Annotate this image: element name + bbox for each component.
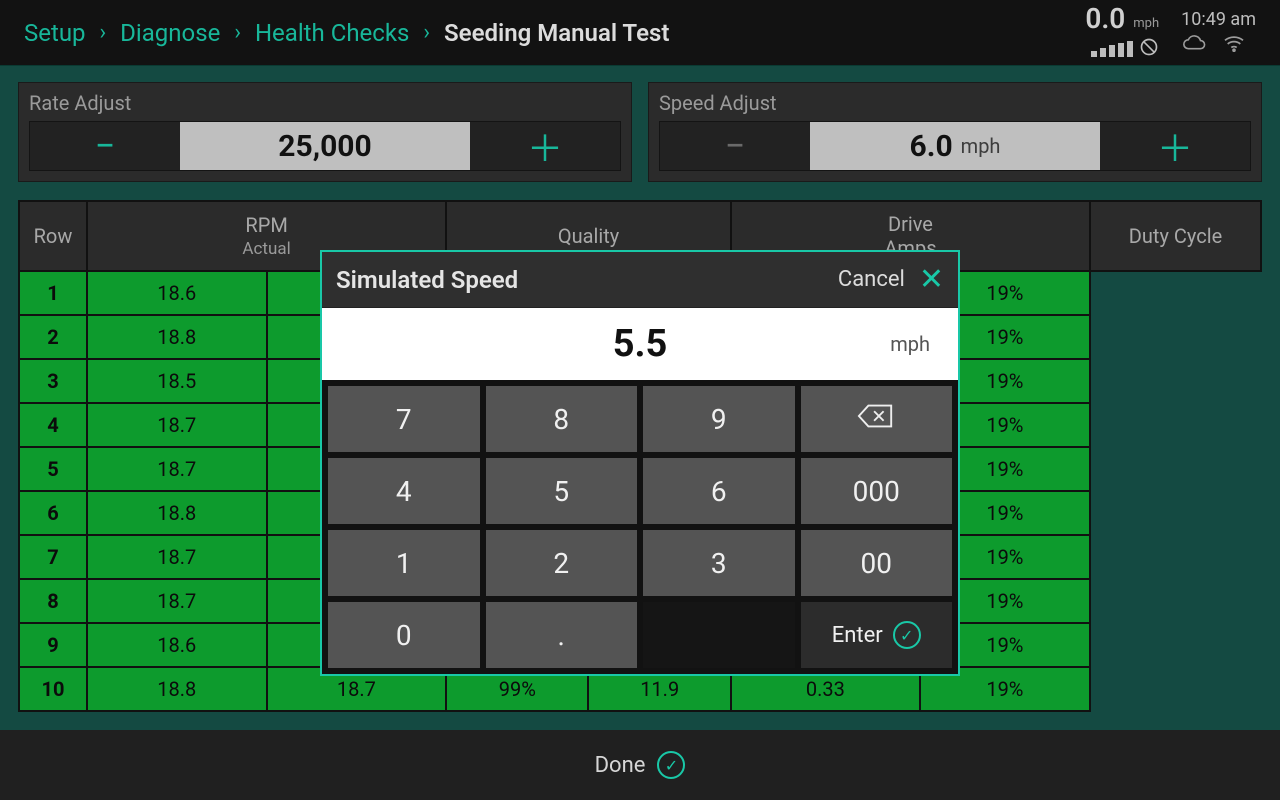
cell: 8 [19, 579, 87, 623]
breadcrumb: Setup › Diagnose › Health Checks › Seedi… [24, 19, 669, 47]
speed-decrease-button[interactable]: − [660, 122, 810, 170]
modal-cancel-button[interactable]: Cancel [838, 267, 905, 292]
cell: 18.6 [87, 623, 267, 667]
rate-value[interactable]: 25,000 [180, 122, 470, 170]
key-7[interactable]: 7 [328, 386, 480, 452]
speed-adjust-title: Speed Adjust [659, 91, 1251, 115]
close-icon[interactable]: ✕ [919, 265, 944, 295]
key-9[interactable]: 9 [643, 386, 795, 452]
cell: 1 [19, 271, 87, 315]
key-backspace[interactable] [801, 386, 953, 452]
cell: 2 [19, 315, 87, 359]
crumb-diagnose[interactable]: Diagnose [120, 19, 220, 47]
backspace-icon [857, 403, 895, 436]
done-button[interactable]: Done ✓ [595, 751, 686, 779]
key-000[interactable]: 000 [801, 458, 953, 524]
key-4[interactable]: 4 [328, 458, 480, 524]
key-6[interactable]: 6 [643, 458, 795, 524]
cloud-icon [1181, 34, 1207, 56]
key-8[interactable]: 8 [486, 386, 638, 452]
rate-adjust-panel: Rate Adjust − 25,000 ＋ [18, 82, 632, 182]
crumb-setup[interactable]: Setup [24, 19, 86, 47]
modal-title: Simulated Speed [336, 266, 518, 294]
th-row: Row [19, 201, 87, 271]
key-2[interactable]: 2 [486, 530, 638, 596]
cell: 18.8 [87, 315, 267, 359]
cell: 18.7 [87, 403, 267, 447]
key-blank [643, 602, 795, 668]
cell: 18.7 [87, 447, 267, 491]
cell: 5 [19, 447, 87, 491]
cell: 10 [19, 667, 87, 711]
cell: 7 [19, 535, 87, 579]
cell: 9 [19, 623, 87, 667]
key-enter[interactable]: Enter ✓ [801, 602, 953, 668]
cell: 18.6 [87, 271, 267, 315]
speed-value[interactable]: 6.0mph [810, 122, 1100, 170]
cell: 3 [19, 359, 87, 403]
cell: 6 [19, 491, 87, 535]
rate-increase-button[interactable]: ＋ [470, 122, 620, 170]
rate-decrease-button[interactable]: − [30, 122, 180, 170]
cell: 18.5 [87, 359, 267, 403]
check-circle-icon: ✓ [893, 621, 921, 649]
key-00[interactable]: 00 [801, 530, 953, 596]
th-duty-cycle: Duty Cycle [1090, 201, 1261, 271]
status-speed-value: 0.0 [1085, 2, 1125, 35]
cell: 18.7 [87, 579, 267, 623]
footer-bar: Done ✓ [0, 730, 1280, 800]
key-3[interactable]: 3 [643, 530, 795, 596]
speed-increase-button[interactable]: ＋ [1100, 122, 1250, 170]
cell: 18.7 [87, 535, 267, 579]
numeric-keypad: 7 8 9 4 5 6 000 1 2 3 00 0 . Enter ✓ [322, 380, 958, 674]
chevron-right-icon: › [234, 20, 241, 45]
rate-adjust-title: Rate Adjust [29, 91, 621, 115]
modal-input[interactable]: 5.5 mph [322, 308, 958, 380]
key-5[interactable]: 5 [486, 458, 638, 524]
status-speed-unit: mph [1133, 16, 1159, 31]
chevron-right-icon: › [423, 20, 430, 45]
speed-adjust-panel: Speed Adjust − 6.0mph ＋ [648, 82, 1262, 182]
status-speed: 0.0 mph [1085, 5, 1159, 60]
chevron-right-icon: › [100, 20, 107, 45]
cell: 18.8 [87, 491, 267, 535]
wifi-icon [1223, 34, 1245, 56]
cell: 18.8 [87, 667, 267, 711]
key-dot[interactable]: . [486, 602, 638, 668]
modal-input-value: 5.5 [613, 322, 668, 366]
modal-input-unit: mph [890, 332, 930, 356]
satellite-icon [1139, 37, 1159, 60]
status-bar: Setup › Diagnose › Health Checks › Seedi… [0, 0, 1280, 66]
status-clock: 10:49 am [1181, 9, 1256, 30]
key-1[interactable]: 1 [328, 530, 480, 596]
signal-bars-icon [1091, 41, 1133, 57]
crumb-health-checks[interactable]: Health Checks [255, 19, 409, 47]
check-circle-icon: ✓ [657, 751, 685, 779]
key-0[interactable]: 0 [328, 602, 480, 668]
cell: 4 [19, 403, 87, 447]
simulated-speed-modal: Simulated Speed Cancel ✕ 5.5 mph 7 8 9 4… [320, 250, 960, 676]
crumb-current: Seeding Manual Test [444, 19, 669, 47]
